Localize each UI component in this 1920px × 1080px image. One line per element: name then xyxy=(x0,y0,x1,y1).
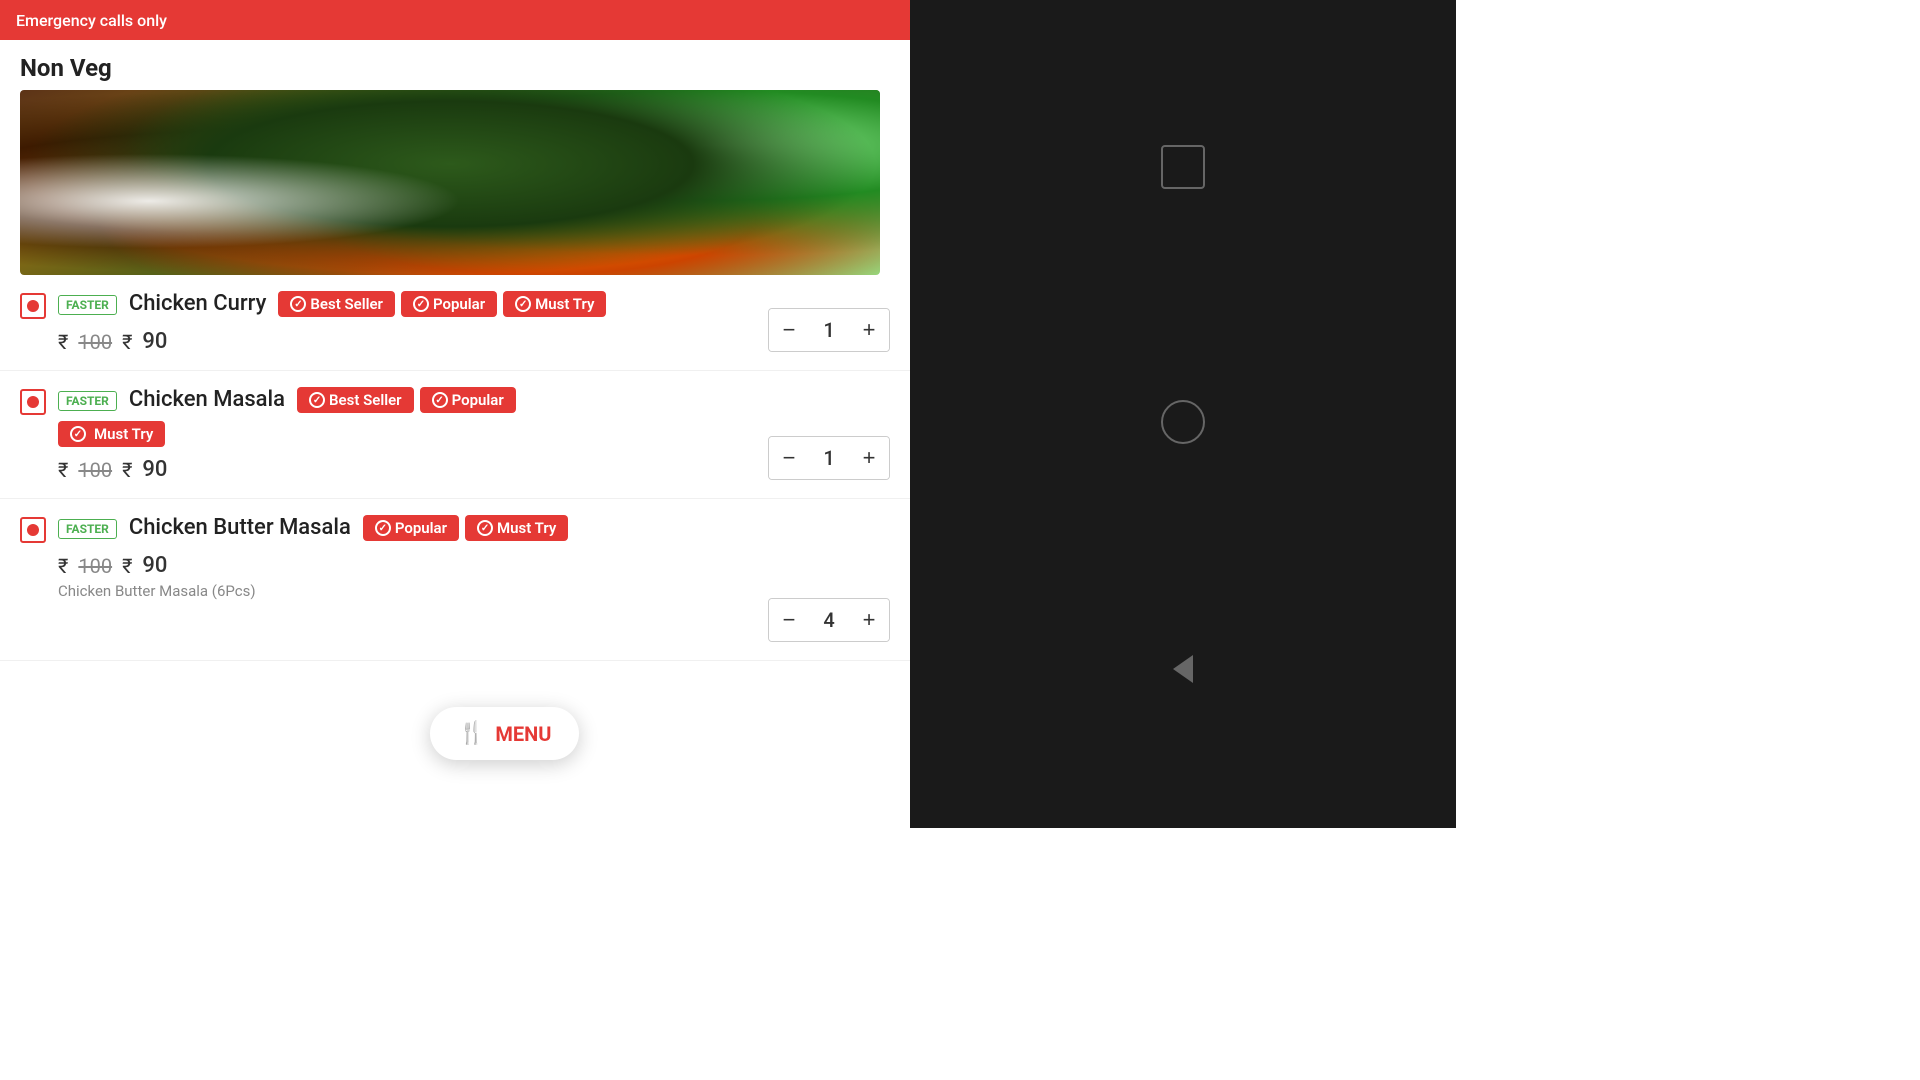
section-title: Non Veg xyxy=(20,54,112,82)
menu-label: MENU xyxy=(495,722,551,746)
quantity-value: 1 xyxy=(809,437,849,479)
section-header: Non Veg xyxy=(0,40,910,90)
check-icon: ✓ xyxy=(515,296,531,312)
menu-icon: 🍴 xyxy=(458,721,485,746)
item-header: FASTER Chicken Butter Masala ✓ Popular ✓… xyxy=(20,515,890,543)
item-name: Chicken Masala xyxy=(129,387,285,412)
best-seller-tag: ✓ Best Seller xyxy=(278,291,395,317)
price-original: 100 xyxy=(78,458,112,482)
veg-indicator xyxy=(20,517,46,543)
price-row: ₹ 100 ₹ 90 xyxy=(20,457,890,482)
popular-tag: ✓ Popular xyxy=(363,515,459,541)
price-discounted: 90 xyxy=(142,457,167,482)
best-seller-tag: ✓ Best Seller xyxy=(297,387,414,413)
veg-dot xyxy=(27,524,39,536)
main-content: Non Veg FASTER Chicken Curry ✓ Best Sell… xyxy=(0,40,910,828)
veg-dot xyxy=(27,300,39,312)
tags-inline: ✓ Popular ✓ Must Try xyxy=(363,515,568,541)
faster-badge: FASTER xyxy=(58,391,117,411)
menu-item-chicken-masala: FASTER Chicken Masala ✓ Best Seller ✓ Po… xyxy=(0,371,910,499)
must-try-tag: ✓ Must Try xyxy=(465,515,568,541)
check-icon: ✓ xyxy=(413,296,429,312)
item-name: Chicken Butter Masala xyxy=(129,515,351,540)
must-try-tag: ✓ Must Try xyxy=(58,421,165,447)
menu-item-chicken-curry: FASTER Chicken Curry ✓ Best Seller ✓ Pop… xyxy=(0,275,910,371)
price-discounted: 90 xyxy=(142,329,167,354)
increase-button[interactable]: + xyxy=(849,599,889,641)
check-icon: ✓ xyxy=(432,392,448,408)
item-header: FASTER Chicken Masala ✓ Best Seller ✓ Po… xyxy=(20,387,890,415)
popular-tag: ✓ Popular xyxy=(401,291,497,317)
square-nav-icon[interactable] xyxy=(1161,145,1205,189)
price-discounted: 90 xyxy=(142,553,167,578)
item-name: Chicken Curry xyxy=(129,291,267,316)
check-icon: ✓ xyxy=(375,520,391,536)
check-icon: ✓ xyxy=(70,426,86,442)
tags-inline: ✓ Best Seller ✓ Popular xyxy=(297,387,516,413)
veg-indicator xyxy=(20,389,46,415)
menu-item-chicken-butter-masala: FASTER Chicken Butter Masala ✓ Popular ✓… xyxy=(0,499,910,661)
right-panel xyxy=(910,0,1456,828)
quantity-value: 1 xyxy=(809,309,849,351)
emergency-text: Emergency calls only xyxy=(16,11,167,30)
faster-badge: FASTER xyxy=(58,295,117,315)
price-row: ₹ 100 ₹ 90 xyxy=(20,553,890,578)
price-original: 100 xyxy=(78,330,112,354)
faster-badge: FASTER xyxy=(58,519,117,539)
tags-inline: ✓ Best Seller ✓ Popular ✓ Must Try xyxy=(278,291,606,317)
item-description: Chicken Butter Masala (6Pcs) xyxy=(20,582,890,600)
price-original: 100 xyxy=(78,554,112,578)
food-image xyxy=(20,90,880,275)
veg-indicator xyxy=(20,293,46,319)
item-header: FASTER Chicken Curry ✓ Best Seller ✓ Pop… xyxy=(20,291,890,319)
floating-menu-button[interactable]: 🍴 MENU xyxy=(430,707,579,760)
quantity-control[interactable]: − 4 + xyxy=(768,598,890,642)
check-icon: ✓ xyxy=(309,392,325,408)
circle-nav-icon[interactable] xyxy=(1161,400,1205,444)
check-icon: ✓ xyxy=(290,296,306,312)
quantity-value: 4 xyxy=(809,599,849,641)
increase-button[interactable]: + xyxy=(849,309,889,351)
decrease-button[interactable]: − xyxy=(769,309,809,351)
quantity-control[interactable]: − 1 + xyxy=(768,308,890,352)
decrease-button[interactable]: − xyxy=(769,437,809,479)
popular-tag: ✓ Popular xyxy=(420,387,516,413)
decrease-button[interactable]: − xyxy=(769,599,809,641)
quantity-control[interactable]: − 1 + xyxy=(768,436,890,480)
food-image-inner xyxy=(20,90,880,275)
must-try-tag: ✓ Must Try xyxy=(503,291,606,317)
price-row: ₹ 100 ₹ 90 xyxy=(20,329,890,354)
check-icon: ✓ xyxy=(477,520,493,536)
increase-button[interactable]: + xyxy=(849,437,889,479)
back-nav-icon[interactable] xyxy=(1173,655,1193,683)
veg-dot xyxy=(27,396,39,408)
